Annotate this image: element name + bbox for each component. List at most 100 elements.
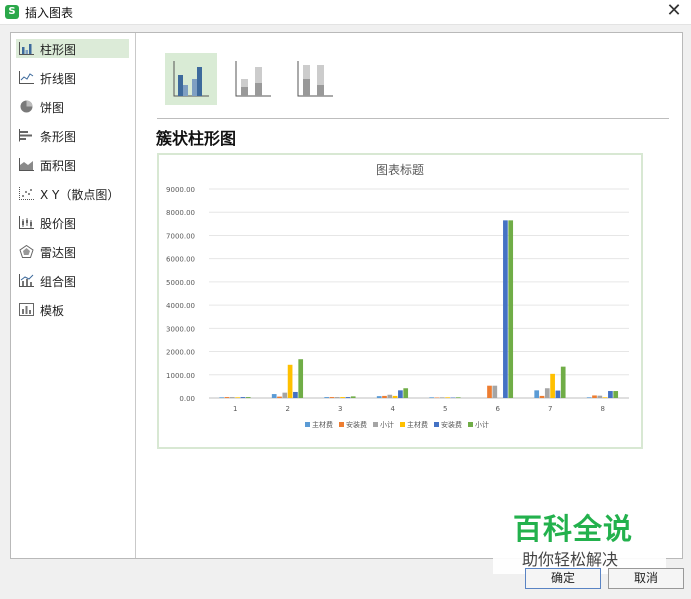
y-tick-label: 6000.00 bbox=[166, 256, 195, 264]
sidebar-item-label: X Y（散点图） bbox=[40, 188, 120, 202]
bar bbox=[282, 392, 288, 398]
chart-preview: 图表标题 0.00 1000.00 2000.00 3000.00 4000.00 500… bbox=[157, 153, 643, 449]
bar bbox=[429, 397, 435, 398]
bar bbox=[376, 396, 382, 398]
percent-stacked-column-icon bbox=[297, 61, 333, 97]
bar bbox=[508, 220, 514, 398]
chart-category-sidebar: 柱形图 折线图 饼图 条形图 面积图 X Y（散点图） 股价图 雷达图 组合图 … bbox=[11, 33, 136, 558]
legend-swatch bbox=[373, 422, 378, 427]
bar bbox=[403, 388, 409, 398]
bar bbox=[293, 391, 298, 398]
bar bbox=[392, 395, 398, 398]
sidebar-item-label: 饼图 bbox=[40, 101, 65, 115]
legend-label: 小计 bbox=[475, 420, 489, 429]
bar bbox=[398, 390, 403, 398]
watermark-brand: 百科全说 bbox=[513, 512, 634, 546]
bar bbox=[592, 395, 597, 398]
app-icon: S bbox=[5, 5, 19, 19]
divider bbox=[157, 118, 669, 119]
bar bbox=[613, 391, 619, 398]
sidebar-item-radar[interactable]: 雷达图 bbox=[16, 242, 129, 261]
bar bbox=[503, 220, 508, 398]
percent-stacked-column-button[interactable] bbox=[289, 53, 341, 105]
sidebar-item-area[interactable]: 面积图 bbox=[16, 155, 129, 174]
sidebar-item-column[interactable]: 柱形图 bbox=[16, 39, 129, 58]
watermark: 百科全说 助你轻松解决 bbox=[493, 500, 666, 574]
close-button[interactable]: ✕ bbox=[665, 1, 683, 21]
sidebar-item-combo[interactable]: 组合图 bbox=[16, 271, 129, 290]
y-tick-label: 3000.00 bbox=[166, 325, 195, 333]
bar bbox=[277, 396, 282, 398]
combo-chart-icon bbox=[19, 274, 34, 287]
y-tick-label: 5000.00 bbox=[166, 279, 195, 287]
bar bbox=[439, 397, 445, 398]
scatter-chart-icon bbox=[19, 187, 34, 200]
bar bbox=[445, 397, 450, 398]
x-tick-label: 3 bbox=[338, 405, 342, 413]
x-tick-label: 7 bbox=[548, 405, 552, 413]
bar bbox=[539, 395, 545, 398]
clustered-column-icon bbox=[173, 61, 209, 97]
dialog-body: 柱形图 折线图 饼图 条形图 面积图 X Y（散点图） 股价图 雷达图 组合图 … bbox=[10, 32, 683, 559]
chart-title: 图表标题 bbox=[376, 163, 424, 177]
bar bbox=[340, 397, 345, 398]
column-chart-icon bbox=[19, 42, 34, 55]
bar bbox=[550, 373, 555, 398]
bar-chart-icon bbox=[19, 129, 32, 142]
sidebar-item-pie[interactable]: 饼图 bbox=[16, 97, 129, 116]
sidebar-item-label: 条形图 bbox=[40, 130, 77, 144]
legend-swatch bbox=[305, 422, 310, 427]
x-tick-label: 5 bbox=[443, 405, 447, 413]
bar bbox=[298, 359, 304, 398]
ok-button[interactable]: 确定 bbox=[525, 568, 601, 589]
legend-label: 安装费 bbox=[441, 420, 462, 429]
x-tick-label: 8 bbox=[601, 405, 605, 413]
y-tick-label: 9000.00 bbox=[166, 186, 195, 194]
clustered-column-button[interactable] bbox=[165, 53, 217, 105]
bar bbox=[229, 397, 235, 398]
bar bbox=[602, 397, 608, 398]
chart-legend: 主材费 安装费 小计 主材费 安装费 小计 bbox=[305, 420, 489, 429]
sidebar-item-label: 柱形图 bbox=[40, 43, 77, 57]
y-tick-label: 2000.00 bbox=[166, 349, 195, 357]
legend-swatch bbox=[468, 422, 473, 427]
area-chart-icon bbox=[19, 158, 34, 171]
bar bbox=[334, 397, 340, 398]
sidebar-item-label: 模板 bbox=[40, 304, 65, 318]
bar bbox=[597, 395, 603, 398]
title-bar: S 插入图表 ✕ bbox=[0, 0, 691, 25]
legend-swatch bbox=[434, 422, 439, 427]
y-tick-label: 1000.00 bbox=[166, 372, 195, 380]
bar bbox=[245, 397, 251, 398]
chart-preview-panel: 簇状柱形图 图表标题 0.00 1000.00 2000.00 3000.00 4000… bbox=[137, 33, 682, 558]
sidebar-item-scatter[interactable]: X Y（散点图） bbox=[16, 184, 129, 203]
sidebar-item-bar[interactable]: 条形图 bbox=[16, 126, 129, 145]
bar bbox=[586, 397, 592, 398]
bar bbox=[350, 396, 356, 398]
line-chart-icon bbox=[19, 71, 34, 84]
y-tick-label: 0.00 bbox=[179, 395, 195, 403]
bar bbox=[240, 397, 246, 398]
bar bbox=[608, 391, 613, 398]
cancel-button[interactable]: 取消 bbox=[608, 568, 684, 589]
sidebar-item-line[interactable]: 折线图 bbox=[16, 68, 129, 87]
sidebar-item-template[interactable]: 模板 bbox=[16, 300, 129, 319]
stacked-column-button[interactable] bbox=[227, 53, 279, 105]
bar bbox=[487, 385, 492, 398]
legend-swatch bbox=[400, 422, 405, 427]
bar bbox=[224, 397, 230, 398]
sidebar-item-stock[interactable]: 股价图 bbox=[16, 213, 129, 232]
bar bbox=[329, 397, 335, 398]
stacked-column-icon bbox=[235, 61, 271, 97]
bar bbox=[235, 397, 240, 398]
stock-chart-icon bbox=[19, 216, 34, 229]
x-tick-label: 6 bbox=[496, 405, 501, 413]
window-title: 插入图表 bbox=[25, 6, 74, 20]
pie-chart-icon bbox=[20, 100, 33, 113]
template-icon bbox=[19, 303, 34, 316]
bar bbox=[555, 390, 561, 398]
bar bbox=[544, 388, 550, 398]
radar-chart-icon bbox=[19, 245, 34, 258]
bar bbox=[534, 390, 540, 398]
bar bbox=[560, 366, 566, 398]
